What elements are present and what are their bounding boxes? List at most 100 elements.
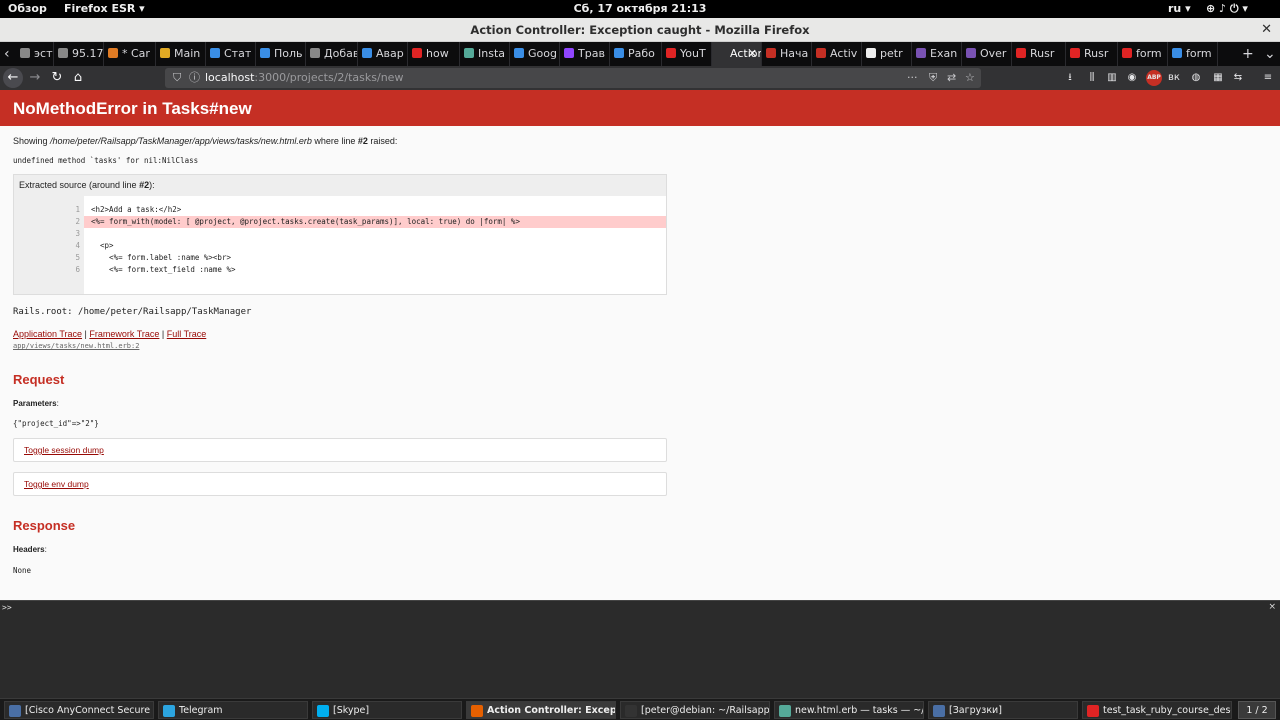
toggle-env-dump-link[interactable]: Toggle env dump — [24, 479, 89, 489]
window-close-icon[interactable]: ✕ — [1261, 18, 1272, 42]
response-heading: Response — [13, 518, 76, 533]
taskbar-item-label: Action Controller: Exception ... — [487, 705, 616, 716]
sidebar-icon[interactable]: ▥ — [1104, 70, 1120, 86]
taskbar-item[interactable]: [Skype] — [312, 701, 462, 719]
translate-extension-icon[interactable]: ⇆ — [1230, 70, 1246, 86]
source-line: 1 <h2>Add a task:</h2> — [14, 204, 666, 216]
taskbar-item[interactable]: [Cisco AnyConnect Secure M... — [4, 701, 154, 719]
url-host: localhost — [205, 71, 255, 84]
tab[interactable]: Over — [962, 42, 1012, 66]
translate-icon[interactable]: ⇄ — [947, 68, 956, 88]
taskbar-item[interactable]: [peter@debian: ~/Railsapp/T... — [620, 701, 770, 719]
taskbar-item[interactable]: test_task_ruby_course_desc... — [1082, 701, 1232, 719]
back-button[interactable]: ← — [3, 68, 23, 88]
library-icon[interactable]: ⫼ — [1084, 70, 1100, 86]
tab-active[interactable]: Action ✕ — [712, 42, 762, 66]
session-dump-box: Toggle session dump — [13, 438, 667, 462]
window-titlebar: Action Controller: Exception caught - Mo… — [0, 18, 1280, 42]
tab[interactable]: form — [1118, 42, 1168, 66]
tab[interactable]: Rusr — [1066, 42, 1118, 66]
line-number: 3 — [75, 229, 80, 238]
tab[interactable]: Нача — [762, 42, 812, 66]
tab[interactable]: petr — [862, 42, 912, 66]
tab[interactable]: Goog — [510, 42, 560, 66]
tab[interactable]: 95.170.1 — [54, 42, 104, 66]
url-text[interactable]: localhost:3000/projects/2/tasks/new — [205, 68, 403, 88]
tab-label: Activ — [830, 47, 858, 60]
tab[interactable]: Добави — [306, 42, 358, 66]
full-trace-link[interactable]: Full Trace — [167, 329, 207, 339]
clock[interactable]: Сб, 17 октября 21:13 — [0, 2, 1280, 15]
tab-favicon-icon — [1172, 48, 1182, 58]
extension-icon[interactable]: ▦ — [1210, 70, 1226, 86]
line-number: 2 — [75, 217, 80, 226]
tab[interactable]: Rusr — [1012, 42, 1066, 66]
taskbar-item[interactable]: Telegram — [158, 701, 308, 719]
system-status-icons[interactable]: ⊕ ♪ ⏻ ▾ — [1206, 2, 1248, 16]
headers-label-text: Headers — [13, 545, 45, 554]
reload-button[interactable]: ↻ — [47, 68, 67, 88]
page-actions-icon[interactable]: ··· — [907, 68, 918, 88]
shield-icon[interactable]: ⛉ — [173, 68, 181, 88]
window-title: Action Controller: Exception caught - Mo… — [470, 23, 810, 37]
hamburger-menu-icon[interactable]: ≡ — [1260, 70, 1276, 86]
account-icon[interactable]: ◉ — [1124, 70, 1140, 86]
list-all-tabs-icon[interactable]: ⌄ — [1264, 42, 1276, 66]
application-trace-link[interactable]: Application Trace — [13, 329, 82, 339]
taskbar-item-label: [Cisco AnyConnect Secure M... — [25, 705, 153, 716]
home-button[interactable]: ⌂ — [68, 68, 88, 88]
workspace-pager[interactable]: 1 / 2 — [1238, 701, 1276, 719]
tab[interactable]: Exan — [912, 42, 962, 66]
tab-close-icon[interactable]: ✕ — [748, 42, 757, 66]
tab[interactable]: YouT — [662, 42, 712, 66]
tab[interactable]: эступ — [16, 42, 54, 66]
source-line: 5 <%= form.label :name %><br> — [14, 252, 666, 264]
tab[interactable]: Поль — [256, 42, 306, 66]
tab[interactable]: Стат — [206, 42, 256, 66]
taskbar-item[interactable]: Action Controller: Exception ... — [466, 701, 616, 719]
extracted-source-header: Extracted source (around line #2): — [14, 175, 666, 196]
source-line: 3 — [14, 228, 666, 240]
console-pane[interactable]: >> × — [0, 600, 1280, 698]
tab-favicon-icon — [966, 48, 976, 58]
tab-scroll-left-icon[interactable]: ‹ — [4, 42, 10, 66]
rails-root: Rails.root: /home/peter/Railsapp/TaskMan… — [13, 307, 252, 317]
console-prompt[interactable]: >> — [2, 603, 12, 612]
tab-favicon-icon — [160, 48, 170, 58]
tab-favicon-icon — [866, 48, 876, 58]
url-bar[interactable]: ⛉ ⓘ localhost:3000/projects/2/tasks/new … — [165, 68, 981, 88]
tab[interactable]: Рабо — [610, 42, 662, 66]
tab[interactable]: form — [1168, 42, 1218, 66]
forward-button[interactable]: → — [25, 68, 45, 88]
taskbar-item[interactable]: [Загрузки] — [928, 701, 1078, 719]
pocket-icon[interactable]: ⛨ — [929, 68, 937, 88]
toggle-session-dump-link[interactable]: Toggle session dump — [24, 445, 104, 455]
parameters-label: Parameters: — [13, 399, 59, 408]
taskbar-item[interactable]: new.html.erb — tasks — ~/... — [774, 701, 924, 719]
downloads-icon[interactable]: ⭳ — [1062, 70, 1078, 86]
tab-label: Трав — [578, 47, 605, 60]
adblock-icon[interactable]: ABP — [1146, 70, 1162, 86]
language-indicator[interactable]: ru ▾ — [1168, 2, 1191, 15]
tab[interactable]: Трав — [560, 42, 610, 66]
tab[interactable]: Авар — [358, 42, 408, 66]
tab[interactable]: * Car — [104, 42, 156, 66]
tab[interactable]: Activ — [812, 42, 862, 66]
tab-label: Поль — [274, 47, 303, 60]
console-close-icon[interactable]: × — [1268, 602, 1276, 612]
trace-file-link[interactable]: app/views/tasks/new.html.erb:2 — [13, 342, 1267, 350]
site-info-icon[interactable]: ⓘ — [189, 68, 200, 88]
tab-label: form — [1136, 47, 1162, 60]
globe-icon[interactable]: ◍ — [1188, 70, 1204, 86]
bookmark-star-icon[interactable]: ☆ — [965, 68, 975, 88]
tab[interactable]: Insta — [460, 42, 510, 66]
tab[interactable]: how — [408, 42, 460, 66]
tab[interactable]: Main — [156, 42, 206, 66]
taskbar-app-icon — [933, 705, 945, 717]
new-tab-icon[interactable]: + — [1242, 42, 1254, 66]
taskbar-app-icon — [471, 705, 483, 717]
line-number: 4 — [75, 241, 80, 250]
framework-trace-link[interactable]: Framework Trace — [89, 329, 159, 339]
line-code: <h2>Add a task:</h2> — [91, 205, 182, 214]
vk-icon[interactable]: вк — [1166, 70, 1182, 86]
